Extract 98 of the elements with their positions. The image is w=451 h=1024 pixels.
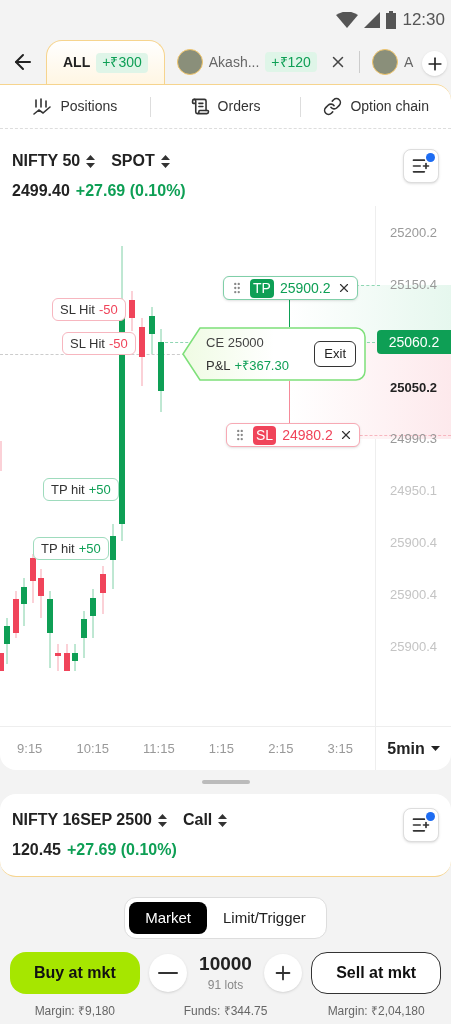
marker-label: SL Hit — [60, 300, 95, 319]
candle — [149, 306, 155, 355]
marker-label: SL Hit — [70, 334, 105, 353]
avatar — [176, 49, 203, 75]
nav-link[interactable]: Positions — [0, 96, 150, 117]
order-type-tab[interactable]: Market — [129, 902, 207, 934]
drag-handle[interactable] — [201, 780, 250, 784]
lots-text: 91 lots — [207, 976, 244, 994]
price-text: 120.45 — [12, 840, 61, 860]
instrument-name[interactable]: NIFTY 50 — [12, 149, 81, 173]
add-tab-button[interactable] — [422, 51, 447, 76]
sort-icon — [218, 813, 228, 827]
receipt-icon — [190, 97, 210, 116]
current-price-label: 25060.2 — [377, 330, 451, 354]
exit-button[interactable]: Exit — [314, 341, 356, 367]
instrument-name[interactable]: NIFTY 16SEP 2500 — [12, 808, 152, 832]
watchlist-button[interactable] — [403, 149, 439, 183]
price-axis-label: 25050.2 — [390, 381, 437, 394]
quantity-value: 10000 — [199, 952, 252, 976]
marker-label: TP hit — [41, 539, 75, 558]
candle — [30, 553, 36, 604]
tab-label: Akash... — [208, 52, 260, 72]
order-tag: TP — [250, 278, 274, 298]
wifi-icon — [336, 12, 359, 28]
avatar — [371, 49, 398, 75]
pnl-badge: +₹120 — [265, 52, 317, 72]
marker-value: -50 — [108, 334, 128, 353]
candle — [38, 568, 44, 619]
nav-link[interactable]: Option chain — [301, 96, 451, 117]
price-axis-label: 25900.4 — [390, 640, 437, 653]
candle — [139, 317, 145, 387]
price-axis-label: 24950.1 — [390, 484, 437, 497]
instrument-type[interactable]: Call — [182, 808, 213, 832]
account-tab[interactable]: A — [365, 40, 416, 84]
decrease-button[interactable] — [148, 953, 187, 992]
candle — [55, 643, 61, 672]
tab-label: ALL — [63, 53, 91, 72]
order-price: 25900.2 — [279, 278, 331, 298]
list-add-icon — [411, 156, 431, 176]
link-icon — [323, 97, 343, 116]
caret-icon — [430, 746, 440, 751]
sort-icon — [160, 154, 170, 168]
contract-label: CE 25000 — [206, 333, 265, 352]
tab-label: A — [403, 52, 414, 72]
sort-icon — [86, 154, 96, 168]
order-tag: SL — [253, 425, 277, 445]
funds-text: Funds: ₹344.75 — [182, 1003, 269, 1020]
price-axis-label: 25200.2 — [390, 226, 437, 239]
candle — [90, 588, 96, 639]
clock-text: 12:30 — [402, 9, 445, 32]
time-axis-label: 3:15 — [327, 739, 353, 758]
candle — [129, 290, 135, 332]
candlestick-icon — [32, 97, 53, 116]
candle — [110, 523, 116, 590]
signal-icon — [364, 12, 381, 28]
account-tab[interactable]: Akash... +₹120 — [170, 40, 353, 84]
pnl-value: +₹367.30 — [234, 357, 289, 375]
change-text: +27.69 (0.10%) — [66, 840, 177, 860]
candle — [72, 643, 78, 672]
marker-value: -50 — [98, 300, 118, 319]
marker-value: +50 — [78, 539, 101, 558]
order-price: 24980.2 — [282, 425, 333, 445]
margin-text: Margin: ₹9,180 — [33, 1003, 116, 1020]
sell-button[interactable]: Sell at mkt — [311, 952, 441, 994]
price-axis-label: 25900.4 — [390, 588, 437, 601]
marker-value: +50 — [88, 480, 111, 499]
nav-link[interactable]: Orders — [150, 96, 301, 117]
buy-button[interactable]: Buy at mkt — [10, 952, 140, 994]
pnl-badge: +₹300 — [96, 52, 148, 73]
candle — [13, 590, 19, 639]
account-tab[interactable]: ALL +₹300 — [46, 40, 165, 84]
time-axis-label: 9:15 — [17, 739, 43, 758]
time-axis-label: 2:15 — [268, 739, 294, 758]
stop-loss-order[interactable]: SL 24980.2 — [226, 423, 360, 447]
increase-button[interactable] — [264, 953, 303, 992]
time-axis-label: 10:15 — [76, 739, 109, 758]
list-add-icon — [411, 815, 431, 835]
margin-text: Margin: ₹2,04,180 — [326, 1003, 426, 1020]
take-profit-order[interactable]: TP 25900.2 — [223, 276, 358, 300]
price-axis-label: 25150.4 — [390, 278, 437, 291]
price-axis-label: 25900.4 — [390, 536, 437, 549]
marker-label: TP hit — [51, 480, 85, 499]
minus-icon — [157, 971, 178, 974]
pnl-label: P&L — [206, 357, 231, 375]
battery-icon — [386, 11, 397, 29]
time-axis-label: 11:15 — [143, 739, 175, 758]
price-text: 2499.40 — [12, 181, 70, 201]
change-text: +27.69 (0.10%) — [75, 181, 186, 201]
candle — [100, 565, 106, 615]
time-axis-label: 1:15 — [208, 739, 235, 758]
candle — [64, 643, 70, 672]
price-axis-label: 24990.3 — [390, 432, 437, 445]
sort-icon — [157, 813, 167, 827]
interval-dropdown[interactable]: 5min — [375, 727, 451, 770]
candle — [81, 610, 87, 659]
candle — [21, 577, 27, 627]
instrument-type[interactable]: SPOT — [111, 149, 155, 173]
watchlist-button[interactable] — [403, 808, 439, 842]
